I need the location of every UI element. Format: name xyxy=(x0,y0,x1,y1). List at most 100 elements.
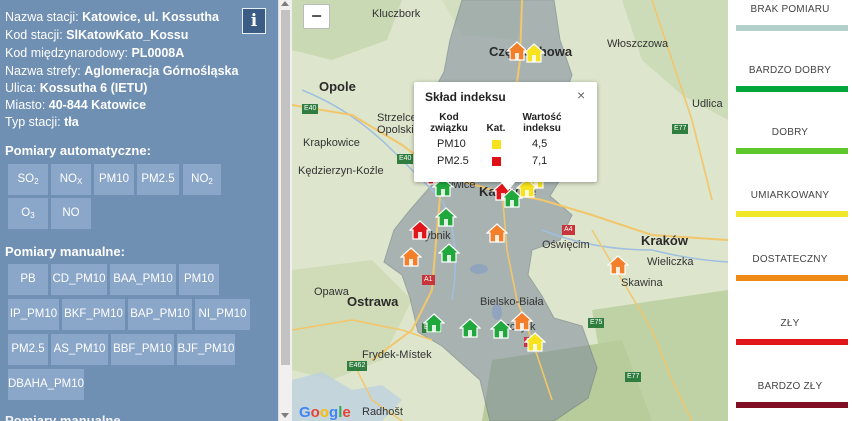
international-code-label: Kod międzynarodowy: xyxy=(5,46,128,60)
city-label-opole: Opole xyxy=(319,79,356,94)
param-pm10-button[interactable]: PM10 xyxy=(94,164,134,195)
city-label-strzelce: Strzelce xyxy=(377,112,417,124)
legend-label: BARDZO ZŁY xyxy=(757,381,823,392)
param-pm25-button[interactable]: PM2.5 xyxy=(137,164,179,195)
road-badge: A4 xyxy=(562,225,575,235)
manual-bap-pm10-button[interactable]: BAP_PM10 xyxy=(128,299,192,330)
street-value: Kossutha 6 (IETU) xyxy=(39,81,148,95)
index-popup: Skład indeksu × Kod związku Kat. Wartość… xyxy=(414,82,597,182)
road-badge: E75 xyxy=(588,318,605,328)
map[interactable]: Kluczbork Częstochowa Włoszczowa Opole S… xyxy=(292,0,728,421)
manual-dbaha-pm10-button[interactable]: DBAHA_PM10 xyxy=(8,369,84,400)
station-marker-house-icon[interactable] xyxy=(523,332,548,354)
manual-bkf-pm10-button[interactable]: BKF_PM10 xyxy=(62,299,125,330)
legend-color-bar xyxy=(736,339,848,345)
manual-pb-button[interactable]: PB xyxy=(8,264,48,295)
road-badge: E462 xyxy=(347,361,368,371)
popup-row-code: PM2.5 xyxy=(437,155,469,167)
station-marker-house-icon[interactable] xyxy=(408,220,433,242)
param-no-button[interactable]: NO xyxy=(51,198,91,229)
manual-baa-pm10-button[interactable]: BAA_PM10 xyxy=(110,264,176,295)
city-label-opawa: Opawa xyxy=(314,286,349,298)
city-label-kedzierzyn: Kędzierzyn-Koźle xyxy=(298,165,384,177)
param-so2-button[interactable]: SO2 xyxy=(8,164,48,195)
station-name-line: Nazwa stacji: Katowice, ul. Kossutha xyxy=(5,9,219,25)
station-type-line: Typ stacji: tła xyxy=(5,114,79,130)
legend-label: DOBRY xyxy=(771,127,809,138)
manual-as-pm10-button[interactable]: AS_PM10 xyxy=(51,334,108,365)
manual-measurements-title: Pomiary manualne: xyxy=(5,244,125,259)
road-badge: A1 xyxy=(422,275,435,285)
station-marker-house-icon[interactable] xyxy=(399,247,424,269)
param-o3-button[interactable]: O3 xyxy=(8,198,48,229)
road-badge: E77 xyxy=(672,124,689,134)
station-marker-house-icon[interactable] xyxy=(458,318,483,340)
legend-label: UMIARKOWANY xyxy=(750,190,830,201)
manual-pm25-button[interactable]: PM2.5 xyxy=(8,334,48,365)
street-line: Ulica: Kossutha 6 (IETU) xyxy=(5,80,147,96)
station-marker-house-icon[interactable] xyxy=(434,207,459,229)
popup-close-button[interactable]: × xyxy=(577,87,585,103)
popup-row-value: 7,1 xyxy=(532,155,548,167)
popup-row-category-swatch xyxy=(492,140,501,149)
city-label-frydek: Frydek-Místek xyxy=(362,349,432,361)
manual-bbf-pm10-button[interactable]: BBF_PM10 xyxy=(111,334,174,365)
zone-value: Aglomeracja Górnośląska xyxy=(84,64,239,78)
info-button[interactable]: i xyxy=(242,8,266,34)
google-logo: Google xyxy=(299,404,351,421)
automatic-measurements-title: Pomiary automatyczne: xyxy=(5,143,151,158)
city-label-wloszczowa: Włoszczowa xyxy=(607,38,669,50)
city-label-kluczbork: Kluczbork xyxy=(372,8,421,20)
zoom-out-button[interactable]: − xyxy=(303,4,330,29)
zone-line: Nazwa strefy: Aglomeracja Górnośląska xyxy=(5,63,238,79)
city-label-wieliczka: Wieliczka xyxy=(647,256,694,268)
manual-bjf-pm10-button[interactable]: BJF_PM10 xyxy=(177,334,235,365)
manual-cd-pm10-button[interactable]: CD_PM10 xyxy=(51,264,107,295)
popup-title: Skład indeksu xyxy=(425,90,506,104)
road-badge: E40 xyxy=(397,154,414,164)
road-badge: E77 xyxy=(625,372,642,382)
station-marker-house-icon[interactable] xyxy=(510,311,535,333)
legend-color-bar xyxy=(736,25,848,31)
legend-label: DOSTATECZNY xyxy=(752,254,828,265)
cut-off-section-title: Pomiary manualne xyxy=(5,413,121,421)
street-label: Ulica: xyxy=(5,81,37,95)
international-code-line: Kod międzynarodowy: PL0008A xyxy=(5,45,184,61)
scroll-down-arrow-icon[interactable] xyxy=(281,413,289,418)
legend-color-bar xyxy=(736,275,848,281)
station-marker-house-icon[interactable] xyxy=(522,43,547,65)
manual-ip-pm10-button[interactable]: IP_PM10 xyxy=(8,299,59,330)
station-code-line: Kod stacji: SlKatowKato_Kossu xyxy=(5,27,188,43)
air-quality-legend: BRAK POMIARU BARDZO DOBRY DOBRY UMIARKOWANY… xyxy=(728,0,852,421)
zone-label: Nazwa strefy: xyxy=(5,64,81,78)
station-marker-house-icon[interactable] xyxy=(437,243,462,265)
manual-ni-pm10-button[interactable]: NI_PM10 xyxy=(195,299,250,330)
station-marker-house-icon[interactable] xyxy=(606,255,631,277)
city-label-oswiecim: Oświęcim xyxy=(542,239,590,251)
international-code-value: PL0008A xyxy=(131,46,185,60)
city-label-skawina: Skawina xyxy=(621,277,663,289)
legend-color-bar xyxy=(736,86,848,92)
popup-col-category: Kat. xyxy=(486,123,506,134)
city-label-radhost: Radhošt xyxy=(362,406,403,418)
station-marker-house-icon[interactable] xyxy=(485,223,510,245)
manual-pm10-button[interactable]: PM10 xyxy=(179,264,219,295)
legend-label: ZŁY xyxy=(780,318,800,329)
station-info-panel: i Nazwa stacji: Katowice, ul. Kossutha K… xyxy=(0,0,278,421)
scrollbar-thumb[interactable] xyxy=(281,10,290,365)
legend-color-bar xyxy=(736,148,848,154)
param-nox-button[interactable]: NOX xyxy=(51,164,91,195)
city-label-bielsko: Bielsko-Biała xyxy=(480,296,544,308)
station-marker-house-icon[interactable] xyxy=(422,313,447,335)
station-name-label: Nazwa stacji: xyxy=(5,10,79,24)
param-no2-button[interactable]: NO2 xyxy=(183,164,221,195)
city-label-udlica: Udlica xyxy=(692,98,723,110)
popup-row-code: PM10 xyxy=(437,138,466,150)
city-label-krakow: Kraków xyxy=(641,233,688,248)
popup-col-value: Wartość indeksu xyxy=(522,112,562,134)
city-value: 40-844 Katowice xyxy=(48,98,147,112)
popup-pointer xyxy=(500,181,516,191)
station-name-value: Katowice, ul. Kossutha xyxy=(82,10,219,24)
station-code-label: Kod stacji: xyxy=(5,28,63,42)
scroll-up-arrow-icon[interactable] xyxy=(281,1,289,6)
